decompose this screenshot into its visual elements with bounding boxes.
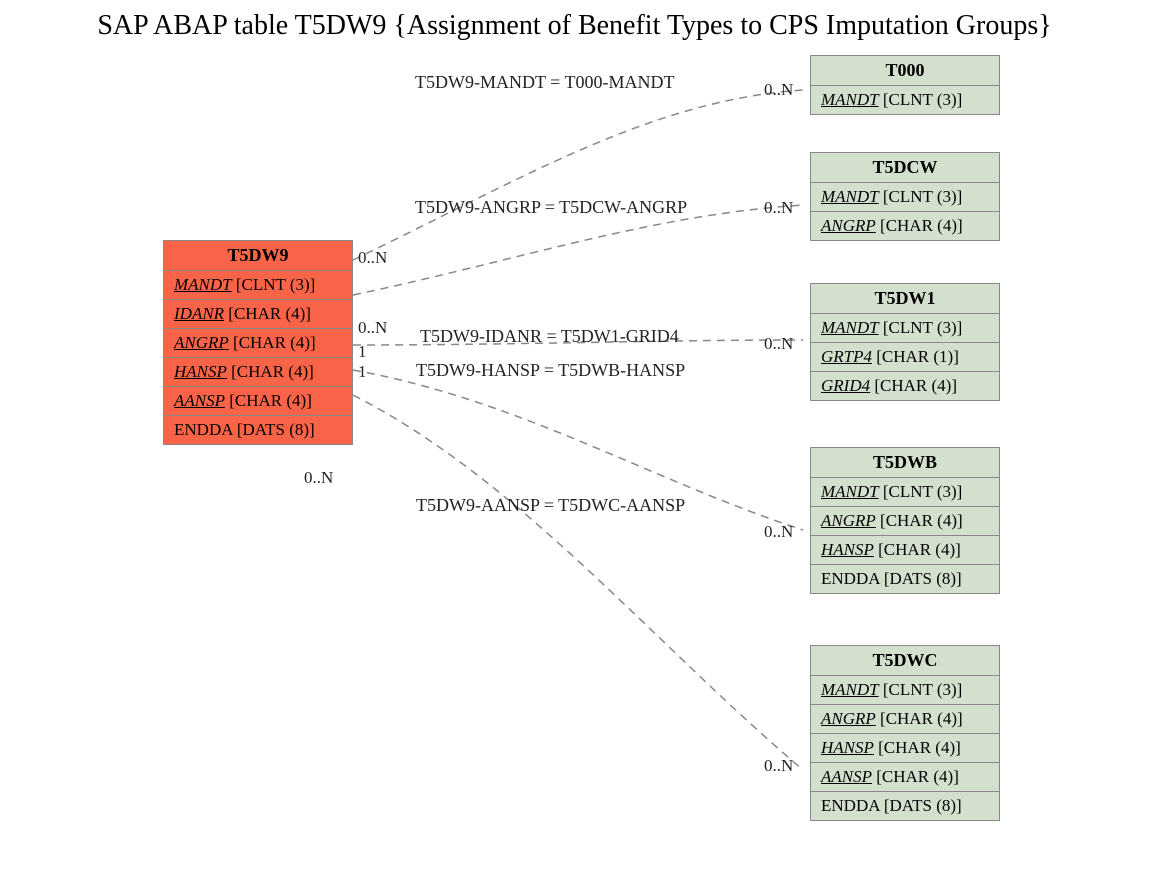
entity-header: T5DW9 xyxy=(164,241,352,271)
diagram-title: SAP ABAP table T5DW9 {Assignment of Bene… xyxy=(0,10,1149,42)
edge-label: T5DW9-MANDT = T000-MANDT xyxy=(415,72,674,93)
entity-field: HANSP [CHAR (4)] xyxy=(811,536,999,565)
entity-header: T5DCW xyxy=(811,153,999,183)
entity-field: GRID4 [CHAR (4)] xyxy=(811,372,999,400)
entity-header: T5DWB xyxy=(811,448,999,478)
entity-field: HANSP [CHAR (4)] xyxy=(811,734,999,763)
entity-field: MANDT [CLNT (3)] xyxy=(164,271,352,300)
entity-t5dw1: T5DW1 MANDT [CLNT (3)] GRTP4 [CHAR (1)] … xyxy=(810,283,1000,401)
edge-label: T5DW9-IDANR = T5DW1-GRID4 xyxy=(420,326,679,347)
entity-field: MANDT [CLNT (3)] xyxy=(811,314,999,343)
entity-t5dcw: T5DCW MANDT [CLNT (3)] ANGRP [CHAR (4)] xyxy=(810,152,1000,241)
entity-field: ANGRP [CHAR (4)] xyxy=(811,212,999,240)
entity-field: AANSP [CHAR (4)] xyxy=(811,763,999,792)
entity-field: HANSP [CHAR (4)] xyxy=(164,358,352,387)
entity-t5dwc: T5DWC MANDT [CLNT (3)] ANGRP [CHAR (4)] … xyxy=(810,645,1000,821)
edge-label: T5DW9-HANSP = T5DWB-HANSP xyxy=(416,360,685,381)
entity-field: MANDT [CLNT (3)] xyxy=(811,183,999,212)
cardinality-label: 0..N xyxy=(764,80,793,100)
entity-field: ANGRP [CHAR (4)] xyxy=(164,329,352,358)
cardinality-label: 0..N xyxy=(764,522,793,542)
entity-field: ANGRP [CHAR (4)] xyxy=(811,507,999,536)
cardinality-label: 0..N xyxy=(764,198,793,218)
entity-t5dwb: T5DWB MANDT [CLNT (3)] ANGRP [CHAR (4)] … xyxy=(810,447,1000,594)
entity-field: ENDDA [DATS (8)] xyxy=(164,416,352,444)
entity-field: ENDDA [DATS (8)] xyxy=(811,792,999,820)
cardinality-label: 1 xyxy=(358,362,367,382)
cardinality-label: 1 xyxy=(358,342,367,362)
entity-t000: T000 MANDT [CLNT (3)] xyxy=(810,55,1000,115)
entity-field: ANGRP [CHAR (4)] xyxy=(811,705,999,734)
entity-field: AANSP [CHAR (4)] xyxy=(164,387,352,416)
entity-header: T5DW1 xyxy=(811,284,999,314)
cardinality-label: 0..N xyxy=(764,756,793,776)
cardinality-label: 0..N xyxy=(358,318,387,338)
entity-field: MANDT [CLNT (3)] xyxy=(811,86,999,114)
entity-field: ENDDA [DATS (8)] xyxy=(811,565,999,593)
entity-field: GRTP4 [CHAR (1)] xyxy=(811,343,999,372)
cardinality-label: 0..N xyxy=(764,334,793,354)
entity-field: MANDT [CLNT (3)] xyxy=(811,676,999,705)
cardinality-label: 0..N xyxy=(304,468,333,488)
cardinality-label: 0..N xyxy=(358,248,387,268)
edge-label: T5DW9-ANGRP = T5DCW-ANGRP xyxy=(415,197,687,218)
entity-header: T5DWC xyxy=(811,646,999,676)
entity-header: T000 xyxy=(811,56,999,86)
entity-field: MANDT [CLNT (3)] xyxy=(811,478,999,507)
edge-label: T5DW9-AANSP = T5DWC-AANSP xyxy=(416,495,685,516)
entity-t5dw9: T5DW9 MANDT [CLNT (3)] IDANR [CHAR (4)] … xyxy=(163,240,353,445)
entity-field: IDANR [CHAR (4)] xyxy=(164,300,352,329)
